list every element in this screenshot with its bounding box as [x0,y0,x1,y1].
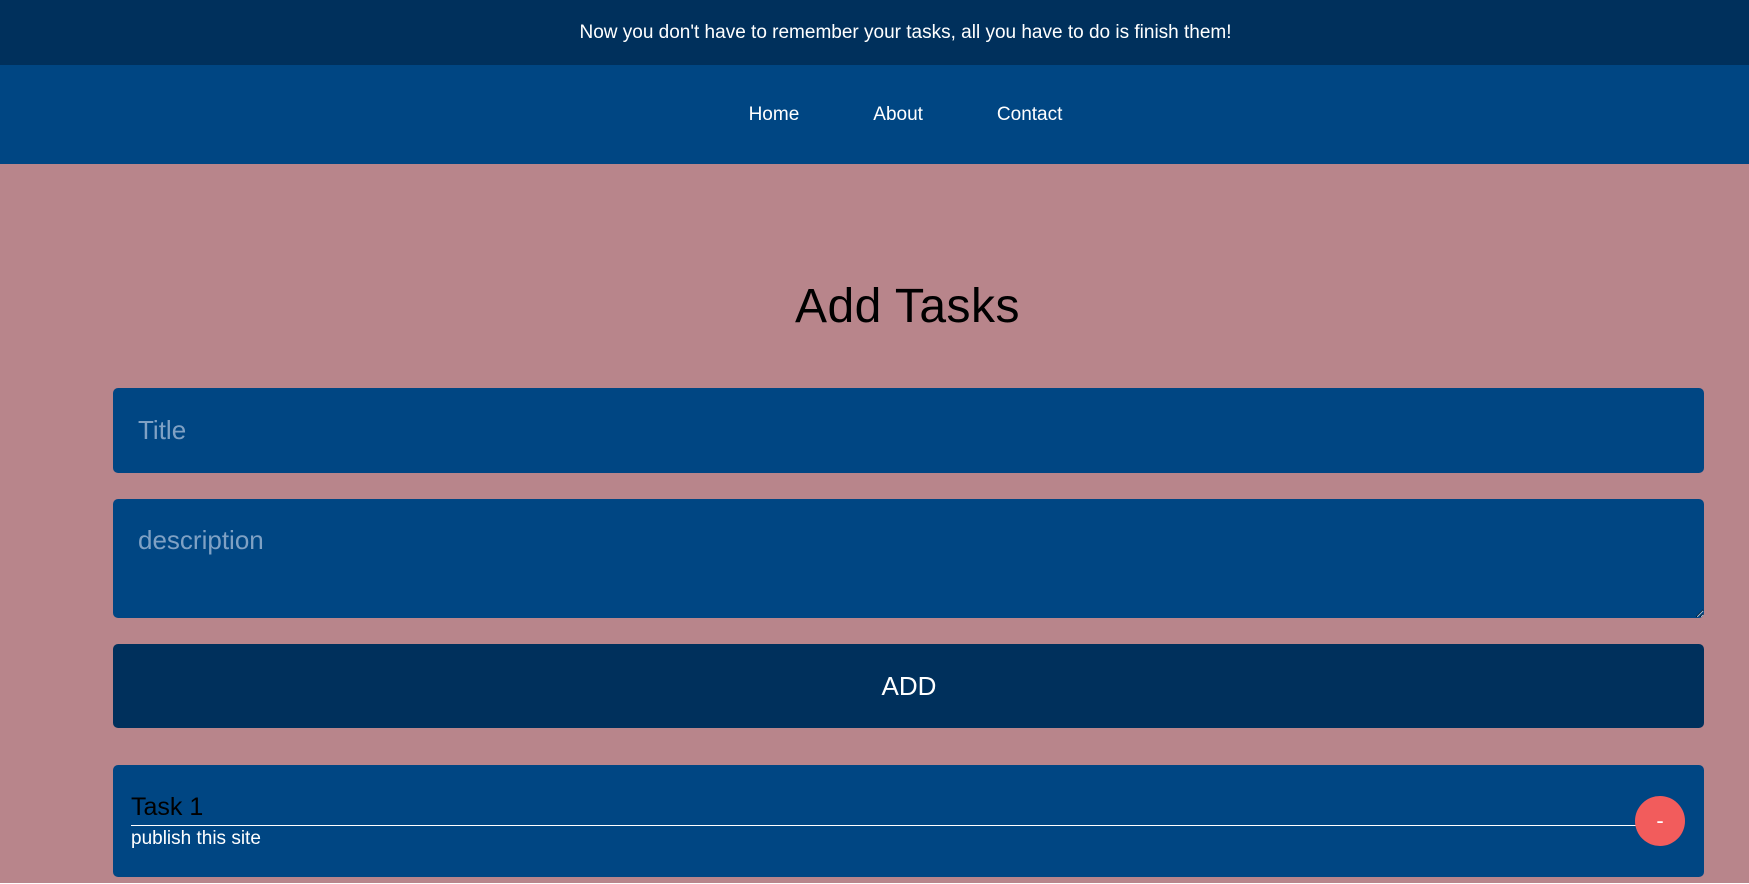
nav-link-contact[interactable]: Contact [997,104,1062,126]
task-divider [131,825,1657,826]
task-card: Task 1 publish this site - [113,765,1704,877]
main-content: Add Tasks ADD Task 1 publish this site - [0,164,1749,883]
title-input[interactable] [113,388,1704,473]
navbar: Home About Contact [0,65,1749,164]
top-banner: Now you don't have to remember your task… [0,0,1749,65]
nav-link-home[interactable]: Home [749,104,800,126]
description-textarea[interactable] [113,499,1704,618]
remove-task-button[interactable]: - [1635,796,1685,846]
page-title: Add Tasks [794,280,1021,333]
banner-text: Now you don't have to remember your task… [579,21,1232,43]
nav-link-about[interactable]: About [873,104,923,126]
task-description: publish this site [131,828,261,849]
page: Now you don't have to remember your task… [0,0,1749,884]
add-button[interactable]: ADD [113,644,1704,728]
task-title: Task 1 [131,793,204,821]
